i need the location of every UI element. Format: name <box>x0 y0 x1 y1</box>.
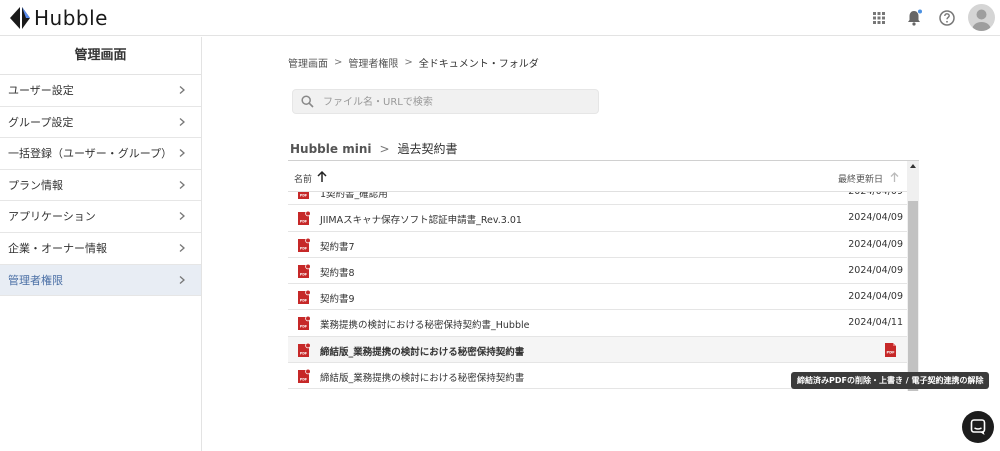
breadcrumb: 管理画面 > 管理者権限 > 全ドキュメント・フォルダ <box>288 55 539 70</box>
sidebar-item-applications[interactable]: アプリケーション <box>0 201 201 233</box>
pdf-file-icon: PDF <box>298 369 310 384</box>
svg-text:PDF: PDF <box>300 194 307 198</box>
sort-ascending-icon[interactable] <box>316 170 328 183</box>
sidebar-item-label: グループ設定 <box>8 115 74 129</box>
pdf-file-icon: PDF <box>298 316 310 331</box>
svg-text:PDF: PDF <box>886 350 895 354</box>
chevron-right-icon <box>179 275 185 284</box>
table-scrollbar[interactable] <box>907 161 919 391</box>
breadcrumb-item-admin-permissions[interactable]: 管理者権限 <box>348 55 398 70</box>
file-name: 業務提携の検討における秘密保持契約書_Hubble <box>320 320 530 332</box>
hubble-logo[interactable]: Hubble <box>10 6 108 30</box>
sidebar-item-plan-info[interactable]: プラン情報 <box>0 170 201 202</box>
svg-text:PDF: PDF <box>300 272 307 276</box>
table-row[interactable]: PDF 契約書7 2024/04/09 <box>288 232 907 258</box>
table-row[interactable]: PDF JIIMAスキャナ保存ソフト認証申請書_Rev.3.01 2024/04/0… <box>288 205 907 232</box>
logo-text: Hubble <box>34 6 108 30</box>
sidebar-item-group-settings[interactable]: グループ設定 <box>0 107 201 139</box>
chevron-right-icon <box>179 243 185 252</box>
breadcrumb-separator: > <box>404 57 413 68</box>
folder-path-current: 過去契約書 <box>397 142 458 156</box>
last-updated-date: 2024/04/11 <box>848 317 903 329</box>
chevron-right-icon <box>179 180 185 189</box>
pdf-file-icon: PDF <box>298 342 310 357</box>
folder-path-parent[interactable]: Hubble mini <box>290 142 371 156</box>
sidebar-item-label: 一括登録（ユーザー・グループ） <box>8 147 173 161</box>
document-rows: PDF1契約書_確認用2024/04/09PDFJIIMAスキャナ保存ソフト認証… <box>288 179 907 390</box>
search-icon <box>301 95 314 108</box>
user-silhouette-icon <box>972 9 991 31</box>
column-header-name[interactable]: 名前 <box>294 172 312 185</box>
breadcrumb-current: 全ドキュメント・フォルダ <box>418 59 539 70</box>
sidebar-item-bulk-registration[interactable]: 一括登録（ユーザー・グループ） <box>0 138 201 170</box>
table-row[interactable]: PDF 締結版_業務提携の検討における秘密保持契約書 PDF <box>288 336 907 364</box>
chevron-right-icon <box>179 149 185 158</box>
pdf-file-icon: PDF <box>298 263 310 278</box>
sidebar-item-label: ユーザー設定 <box>8 84 74 97</box>
column-header-last-updated[interactable]: 最終更新日 <box>838 172 883 185</box>
signed-pdf-action-icon[interactable]: PDF <box>884 342 897 358</box>
file-name: 締結版_業務提携の検討における秘密保持契約書 <box>320 346 525 358</box>
last-updated-date: 2024/04/09 <box>848 238 903 250</box>
search-input[interactable] <box>323 93 583 111</box>
scrollbar-thumb[interactable] <box>908 201 918 391</box>
avatar[interactable] <box>968 4 995 31</box>
svg-text:PDF: PDF <box>300 246 307 250</box>
last-updated-date: 2024/04/09 <box>848 264 903 276</box>
sidebar-item-user-settings[interactable]: ユーザー設定 <box>0 75 201 107</box>
chat-icon <box>970 419 986 435</box>
help-icon[interactable] <box>938 9 956 27</box>
sidebar-item-company-owner-info[interactable]: 企業・オーナー情報 <box>0 233 201 265</box>
chevron-right-icon <box>179 212 185 221</box>
sidebar-menu: ユーザー設定 グループ設定一括登録（ユーザー・グループ） プラン情報アプリケーション… <box>0 75 201 297</box>
pdf-file-icon: PDF <box>298 211 310 226</box>
file-name: 締結版_業務提携の検討における秘密保持契約書 <box>320 373 525 385</box>
search-box <box>292 89 599 114</box>
svg-text:PDF: PDF <box>300 378 307 382</box>
sidebar-item-admin-permissions[interactable]: 管理者権限 <box>0 264 201 297</box>
file-name: JIIMAスキャナ保存ソフト認証申請書_Rev.3.01 <box>320 215 522 227</box>
apps-grid-icon[interactable] <box>870 9 888 27</box>
file-name: 契約書9 <box>320 294 355 306</box>
svg-text:PDF: PDF <box>300 351 307 355</box>
table-row[interactable]: PDF 業務提携の検討における秘密保持契約書_Hubble 2024/04/11 <box>288 310 907 337</box>
last-updated-date: 2024/04/09 <box>848 291 903 303</box>
document-table: PDF1契約書_確認用2024/04/09PDFJIIMAスキャナ保存ソフト認証… <box>288 160 919 391</box>
admin-sidebar: 管理画面 ユーザー設定 グループ設定一括登録（ユーザー・グループ） プラン情報アプリ… <box>0 37 202 451</box>
sidebar-item-label: アプリケーション <box>8 210 96 224</box>
hubble-logo-icon <box>10 7 30 29</box>
svg-text:PDF: PDF <box>300 299 307 303</box>
chevron-right-icon <box>179 86 185 94</box>
breadcrumb-separator: > <box>334 57 343 68</box>
chat-launcher-button[interactable] <box>962 411 994 443</box>
file-name: 契約書7 <box>320 241 355 253</box>
action-tooltip: 締結済みPDFの削除・上書き / 電子契約連携の解除 <box>791 372 990 389</box>
sidebar-item-label: 企業・オーナー情報 <box>8 241 107 255</box>
top-header: Hubble <box>0 0 1000 36</box>
last-updated-date: 2024/04/09 <box>848 212 903 224</box>
table-row[interactable]: PDF 契約書9 2024/04/09 <box>288 284 907 311</box>
sidebar-title: 管理画面 <box>0 37 201 75</box>
pdf-file-icon: PDF <box>298 237 310 252</box>
svg-text:PDF: PDF <box>300 220 307 224</box>
bell-icon[interactable] <box>905 9 923 27</box>
chevron-right-icon <box>179 117 185 126</box>
folder-path: Hubble mini > 過去契約書 <box>290 140 458 157</box>
file-name: 契約書8 <box>320 267 355 279</box>
sidebar-item-label: プラン情報 <box>8 178 63 192</box>
svg-text:PDF: PDF <box>300 325 307 329</box>
pdf-file-icon: PDF <box>298 290 310 305</box>
table-header: 名前 最終更新日 <box>288 161 907 192</box>
sidebar-item-label: 管理者権限 <box>8 273 63 287</box>
sort-arrow-icon[interactable] <box>889 171 900 183</box>
table-row[interactable]: PDF 契約書8 2024/04/09 <box>288 258 907 285</box>
breadcrumb-item-admin[interactable]: 管理画面 <box>288 55 328 70</box>
scroll-up-arrow-icon[interactable] <box>910 163 916 169</box>
folder-path-separator: > <box>379 141 390 156</box>
